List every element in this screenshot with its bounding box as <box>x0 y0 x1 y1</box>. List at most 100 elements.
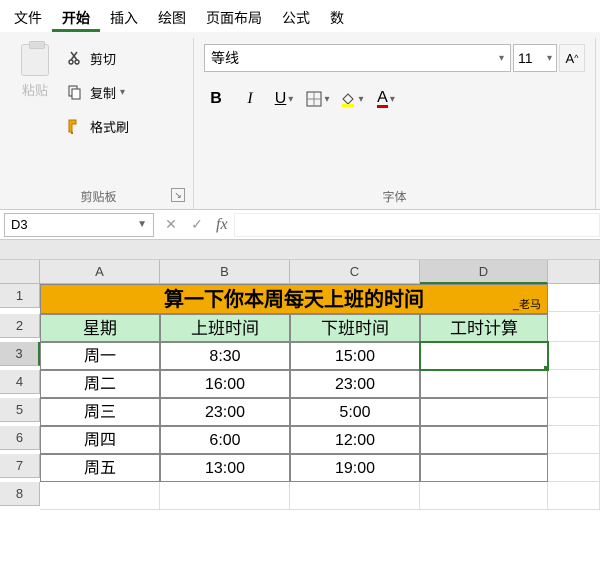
border-icon <box>306 91 322 107</box>
select-all-corner[interactable] <box>0 260 40 284</box>
italic-button[interactable]: I <box>238 90 262 108</box>
cell-E5[interactable] <box>548 398 600 426</box>
fill-color-button[interactable]: ▾ <box>340 91 364 107</box>
cell-B3[interactable]: 8:30 <box>160 342 290 370</box>
tab-draw[interactable]: 绘图 <box>148 6 196 32</box>
row-header-6[interactable]: 6 <box>0 426 40 450</box>
row-header-4[interactable]: 4 <box>0 370 40 394</box>
cell-C8[interactable] <box>290 482 420 510</box>
cell-B7[interactable]: 13:00 <box>160 454 290 482</box>
cell-C5[interactable]: 5:00 <box>290 398 420 426</box>
group-font: 等线 ▾ 11 ▾ A^ B I U▾ ▾ ▾ <box>194 38 596 209</box>
font-color-button[interactable]: A ▾ <box>374 91 398 108</box>
col-header-A[interactable]: A <box>40 260 160 284</box>
bucket-icon <box>340 91 356 107</box>
copy-icon <box>64 84 86 100</box>
dialog-launcher-icon[interactable]: ↘ <box>171 188 185 202</box>
cell-E8[interactable] <box>548 482 600 510</box>
cancel-formula-button[interactable]: ✕ <box>158 216 184 233</box>
cell-C7[interactable]: 19:00 <box>290 454 420 482</box>
copy-button[interactable]: 复制 ▾ <box>64 78 129 106</box>
group-clipboard: 粘贴 剪切 复制 ▾ <box>4 38 194 209</box>
tab-data[interactable]: 数 <box>320 6 354 32</box>
cell-D8[interactable] <box>420 482 548 510</box>
row-header-7[interactable]: 7 <box>0 454 40 478</box>
cell-D5[interactable] <box>420 398 548 426</box>
clipboard-icon <box>21 44 49 76</box>
spreadsheet-grid[interactable]: A B C D 1 算一下你本周每天上班的时间 _老马 2 星期 上班时间 下班… <box>0 260 600 510</box>
cell-C3[interactable]: 15:00 <box>290 342 420 370</box>
cell-A2[interactable]: 星期 <box>40 314 160 342</box>
col-header-E[interactable] <box>548 260 600 284</box>
cell-A4[interactable]: 周二 <box>40 370 160 398</box>
cell-E6[interactable] <box>548 426 600 454</box>
name-box[interactable]: D3 ▼ <box>4 213 154 237</box>
format-painter-button[interactable]: 格式刷 <box>64 112 129 140</box>
ribbon-tabs: 文件 开始 插入 绘图 页面布局 公式 数 <box>0 0 600 32</box>
cell-A5[interactable]: 周三 <box>40 398 160 426</box>
cell-A7[interactable]: 周五 <box>40 454 160 482</box>
chevron-down-icon: ▾ <box>324 94 329 105</box>
font-name-value: 等线 <box>211 48 239 68</box>
format-painter-label: 格式刷 <box>90 117 129 136</box>
cell-B5[interactable]: 23:00 <box>160 398 290 426</box>
cell-D6[interactable] <box>420 426 548 454</box>
chevron-down-icon: ▾ <box>288 94 293 105</box>
col-header-D[interactable]: D <box>420 260 548 284</box>
title-text: 算一下你本周每天上班的时间 <box>164 289 424 311</box>
row-header-8[interactable]: 8 <box>0 482 40 506</box>
cell-D7[interactable] <box>420 454 548 482</box>
cell-E7[interactable] <box>548 454 600 482</box>
cell-E3[interactable] <box>548 342 600 370</box>
cell-B2[interactable]: 上班时间 <box>160 314 290 342</box>
ribbon: 粘贴 剪切 复制 ▾ <box>0 32 600 210</box>
row-header-3[interactable]: 3 <box>0 342 40 366</box>
chevron-down-icon: ▾ <box>547 53 552 64</box>
cell-B6[interactable]: 6:00 <box>160 426 290 454</box>
cell-A6[interactable]: 周四 <box>40 426 160 454</box>
row-header-1[interactable]: 1 <box>0 284 40 308</box>
tab-file[interactable]: 文件 <box>4 6 52 32</box>
cell-D4[interactable] <box>420 370 548 398</box>
font-size-value: 11 <box>518 50 533 66</box>
tab-insert[interactable]: 插入 <box>100 6 148 32</box>
group-label-clipboard: 剪贴板 ↘ <box>10 184 187 209</box>
tab-formulas[interactable]: 公式 <box>272 6 320 32</box>
borders-button[interactable]: ▾ <box>306 91 330 107</box>
cell-D2[interactable]: 工时计算 <box>420 314 548 342</box>
cut-button[interactable]: 剪切 <box>64 44 129 72</box>
bar-gap <box>0 240 600 260</box>
cell-A8[interactable] <box>40 482 160 510</box>
row-header-5[interactable]: 5 <box>0 398 40 422</box>
group-label-font: 字体 <box>200 184 589 209</box>
fx-icon[interactable]: fx <box>210 216 234 234</box>
paste-button[interactable]: 粘贴 <box>10 38 60 184</box>
formula-input[interactable] <box>234 213 600 237</box>
cell-E2[interactable] <box>548 314 600 342</box>
cell-A3[interactable]: 周一 <box>40 342 160 370</box>
col-header-C[interactable]: C <box>290 260 420 284</box>
cell-D3-selected[interactable] <box>420 342 548 370</box>
cell-E4[interactable] <box>548 370 600 398</box>
font-size-select[interactable]: 11 ▾ <box>513 44 557 72</box>
tab-home[interactable]: 开始 <box>52 6 100 32</box>
bold-button[interactable]: B <box>204 90 228 108</box>
title-cell[interactable]: 算一下你本周每天上班的时间 _老马 <box>40 284 548 314</box>
increase-font-button[interactable]: A^ <box>559 44 585 72</box>
cell-C6[interactable]: 12:00 <box>290 426 420 454</box>
enter-formula-button[interactable]: ✓ <box>184 216 210 233</box>
underline-button[interactable]: U▾ <box>272 90 296 108</box>
scissors-icon <box>64 50 86 66</box>
cell-C2[interactable]: 下班时间 <box>290 314 420 342</box>
cell-B8[interactable] <box>160 482 290 510</box>
font-name-select[interactable]: 等线 ▾ <box>204 44 511 72</box>
cut-label: 剪切 <box>90 49 116 68</box>
copy-label: 复制 <box>90 83 116 102</box>
cell-C4[interactable]: 23:00 <box>290 370 420 398</box>
row-header-2[interactable]: 2 <box>0 314 40 338</box>
cell-E1[interactable] <box>548 284 600 312</box>
tab-page-layout[interactable]: 页面布局 <box>196 6 272 32</box>
col-header-B[interactable]: B <box>160 260 290 284</box>
cell-B4[interactable]: 16:00 <box>160 370 290 398</box>
chevron-down-icon: ▾ <box>120 87 125 98</box>
